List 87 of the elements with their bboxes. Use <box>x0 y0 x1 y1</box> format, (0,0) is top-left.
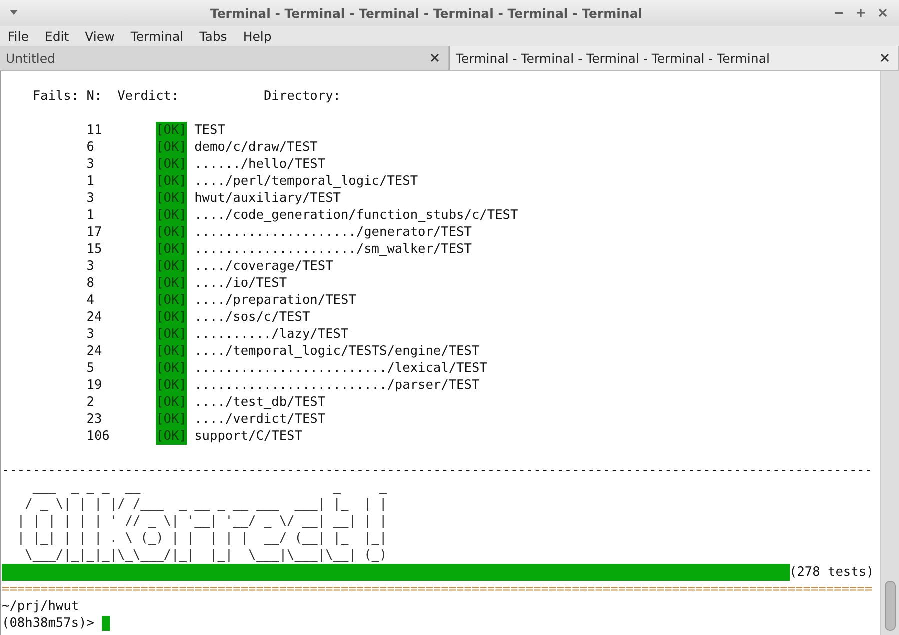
directory-path: ........................./lexical/TEST <box>194 360 488 377</box>
verdict-badge: [OK] <box>156 309 187 326</box>
ascii-art-line: | | | | | | ' // _ \| '__| '__/ _ \/ __| __| | | <box>16 513 388 530</box>
tab[interactable]: Terminal - Terminal - Terminal - Terminal - Terminal <box>449 46 899 70</box>
directory-path: ..../coverage/TEST <box>194 258 334 275</box>
text-cursor <box>102 616 110 631</box>
dashed-separator: ----------------------------------------------------------------------------------------------------------------- <box>2 462 873 479</box>
ascii-art-line: \___/|_|_|_|\_\___/|_| |_| \___|\___|\__| (_) <box>24 547 388 564</box>
ascii-art-line: / _ \| | | |/ /___ _ __ _ __ ___ ___| |_ | | <box>24 496 388 513</box>
scrollbar-thumb[interactable] <box>884 581 896 631</box>
menu-item[interactable]: Help <box>239 28 277 44</box>
verdict-badge: [OK] <box>156 275 187 292</box>
test-count: 3 <box>86 156 96 173</box>
directory-path: ..../io/TEST <box>194 275 288 292</box>
directory-path: ..../code_generation/function_stubs/c/TEST <box>194 207 518 224</box>
verdict-badge: [OK] <box>156 241 187 258</box>
test-count: 19 <box>86 377 104 394</box>
test-count: 3 <box>86 258 96 275</box>
directory-path: ..../verdict/TEST <box>194 411 326 428</box>
test-count: 5 <box>86 360 96 377</box>
verdict-badge: [OK] <box>156 428 187 445</box>
close-icon[interactable] <box>430 53 440 63</box>
directory-path: ........../lazy/TEST <box>194 326 349 343</box>
scrollbar[interactable] <box>880 71 899 635</box>
directory-path: hwut/auxiliary/TEST <box>194 190 341 207</box>
working-directory: ~/prj/hwut <box>2 598 80 615</box>
verdict-badge: [OK] <box>156 394 187 411</box>
verdict-badge: [OK] <box>156 343 187 360</box>
column-header: Directory: <box>264 88 341 105</box>
verdict-badge: [OK] <box>156 360 187 377</box>
column-header: Verdict: <box>118 88 180 105</box>
window-menu-icon[interactable] <box>9 10 19 16</box>
directory-path: ..../sos/c/TEST <box>194 309 310 326</box>
verdict-badge: [OK] <box>156 326 187 343</box>
verdict-badge: [OK] <box>156 258 187 275</box>
double-rule: ================================================================================================================= <box>2 581 873 598</box>
directory-path: ....../hello/TEST <box>194 156 326 173</box>
verdict-badge: [OK] <box>156 190 187 207</box>
directory-path: ........................./parser/TEST <box>194 377 480 394</box>
directory-path: ..../perl/temporal_logic/TEST <box>194 173 418 190</box>
verdict-badge: [OK] <box>156 292 187 309</box>
test-count: 4 <box>86 292 96 309</box>
test-count: 15 <box>86 241 104 258</box>
close-icon[interactable] <box>880 53 890 63</box>
verdict-badge: [OK] <box>156 224 187 241</box>
test-count: 1 <box>86 173 96 190</box>
directory-path: ..../temporal_logic/TESTS/engine/TEST <box>194 343 480 360</box>
directory-path: TEST <box>194 122 226 139</box>
test-count: 11 <box>86 122 104 139</box>
directory-path: ...................../sm_walker/TEST <box>194 241 472 258</box>
column-header: N: <box>86 88 102 105</box>
menu-item[interactable]: Terminal <box>126 28 189 44</box>
verdict-badge: [OK] <box>156 139 187 156</box>
menu-item[interactable]: File <box>4 28 34 44</box>
verdict-badge: [OK] <box>156 156 187 173</box>
directory-path: ..../preparation/TEST <box>194 292 356 309</box>
test-count: 1 <box>86 207 96 224</box>
directory-path: support/C/TEST <box>194 428 302 445</box>
test-count: 6 <box>86 139 96 156</box>
test-count: 3 <box>86 190 96 207</box>
close-icon[interactable] <box>878 8 888 18</box>
test-count: 3 <box>86 326 96 343</box>
verdict-badge: [OK] <box>156 411 187 428</box>
test-count: 24 <box>86 309 104 326</box>
verdict-badge: [OK] <box>156 377 187 394</box>
test-count: 17 <box>86 224 104 241</box>
menu-item[interactable]: Edit <box>40 28 74 44</box>
maximize-icon[interactable] <box>856 8 866 18</box>
verdict-badge: [OK] <box>156 122 187 139</box>
menu-item[interactable]: Tabs <box>196 28 232 44</box>
test-count: 2 <box>86 394 96 411</box>
test-count: 24 <box>86 343 104 360</box>
shell-prompt: (08h38m57s)> <box>2 615 94 632</box>
verdict-badge: [OK] <box>156 207 187 224</box>
ascii-art-line: ___ _ _ _ __ _ _ <box>32 479 388 496</box>
test-count: 23 <box>86 411 104 428</box>
test-count: 8 <box>86 275 96 292</box>
test-count: 106 <box>86 428 111 445</box>
verdict-badge: [OK] <box>156 173 187 190</box>
ascii-art-line: | |_| | | | . \ (_) | | | | | __/ (__| |_ |_| <box>16 530 388 547</box>
directory-path: ..../test_db/TEST <box>194 394 326 411</box>
window-title: Terminal - Terminal - Terminal - Terminal - Terminal - Terminal <box>209 6 644 20</box>
menu-item[interactable]: View <box>81 28 120 44</box>
column-header: Fails: <box>32 88 80 105</box>
directory-path: demo/c/draw/TEST <box>194 139 318 156</box>
test-total: (278 tests) <box>790 564 874 581</box>
directory-path: ...................../generator/TEST <box>194 224 472 241</box>
